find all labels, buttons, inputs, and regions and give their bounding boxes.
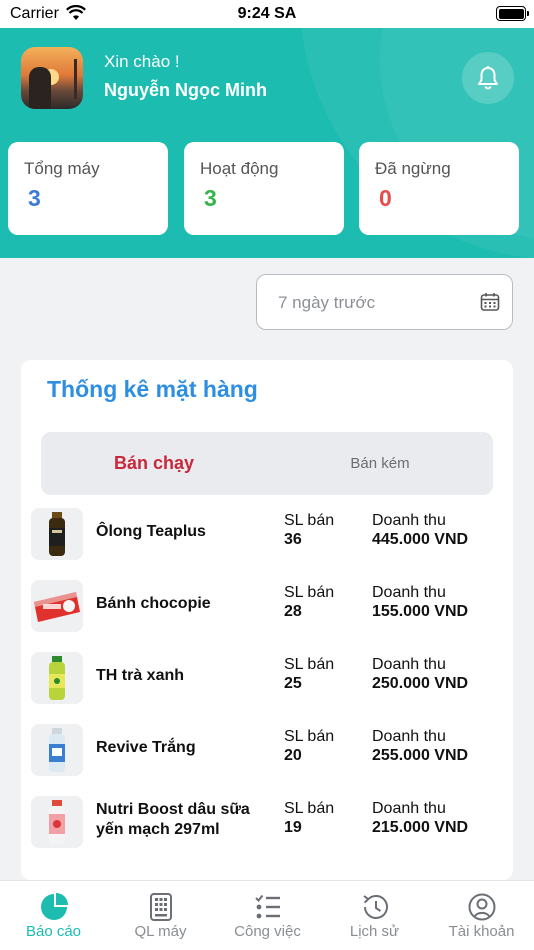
vending-machine-icon (150, 893, 172, 921)
product-name: Nutri Boost dâu sữa yến mạch 297ml (96, 801, 250, 838)
stat-card-active[interactable]: Hoạt động 3 (184, 142, 344, 235)
tab-label: Tài khoản (448, 923, 515, 940)
history-icon (363, 894, 388, 919)
notification-button[interactable] (462, 52, 514, 104)
avatar[interactable] (21, 47, 83, 109)
panel-title: Thống kê mặt hàng (47, 376, 258, 402)
tab-worst-selling[interactable]: Bán kém (267, 432, 493, 495)
revenue-value: 250.000 VND (372, 675, 469, 692)
tab-account[interactable]: Tài khoản (428, 881, 534, 950)
quantity-value: 36 (284, 531, 302, 548)
quantity-value: 19 (284, 819, 302, 836)
status-bar: Carrier 9:24 SA (0, 0, 534, 28)
bell-icon (478, 66, 498, 90)
user-name: Nguyễn Ngọc Minh (104, 80, 267, 100)
date-range-value: 7 ngày trước (278, 293, 376, 312)
stat-value: 0 (379, 185, 392, 211)
battery-icon (496, 6, 529, 21)
stat-card-total[interactable]: Tổng máy 3 (8, 142, 168, 235)
revenue-label: Doanh thu (372, 800, 446, 817)
list-item[interactable]: Ôlong Teaplus SL bán 36 Doanh thu 445.00… (21, 502, 513, 562)
quantity-value: 20 (284, 747, 302, 764)
revenue-label: Doanh thu (372, 512, 446, 529)
stat-value: 3 (204, 185, 217, 211)
account-icon (468, 893, 496, 921)
tab-label: Lịch sử (349, 923, 400, 940)
product-image (31, 724, 83, 776)
product-image (31, 652, 83, 704)
product-name: TH trà xanh (96, 667, 185, 684)
quantity-label: SL bán (284, 800, 335, 817)
tab-tasks[interactable]: Công việc (214, 881, 321, 950)
revenue-label: Doanh thu (372, 584, 446, 601)
date-range-picker[interactable]: 7 ngày trước (256, 274, 513, 330)
segmented-control: Bán chạy Bán kém (41, 432, 493, 495)
tab-label: Báo cáo (25, 923, 82, 940)
product-name: Ôlong Teaplus (96, 523, 206, 540)
tab-label: Công việc (234, 923, 301, 940)
list-item[interactable]: Nutri Boost dâu sữa yến mạch 297ml SL bá… (21, 790, 513, 850)
revenue-value: 445.000 VND (372, 531, 469, 548)
stat-label: Đã ngừng (375, 159, 451, 178)
list-item[interactable]: Bánh chocopie SL bán 28 Doanh thu 155.00… (21, 574, 513, 634)
quantity-label: SL bán (284, 512, 335, 529)
greeting-text: Xin chào ! (104, 52, 180, 71)
tab-history[interactable]: Lịch sử (321, 881, 428, 950)
list-item[interactable]: TH trà xanh SL bán 25 Doanh thu 250.000 … (21, 646, 513, 706)
tab-label: QL máy (134, 923, 187, 940)
item-statistics-panel: Thống kê mặt hàng Bán chạy Bán kém Ôlong… (21, 360, 513, 880)
product-name: Bánh chocopie (96, 595, 211, 612)
checklist-icon (255, 894, 280, 919)
header: Carrier 9:24 SA Xin chào ! Nguyễn Ngọc M… (0, 0, 534, 258)
stat-label: Hoạt động (200, 159, 279, 178)
revenue-value: 155.000 VND (372, 603, 469, 620)
tab-best-selling[interactable]: Bán chạy (41, 432, 267, 495)
quantity-label: SL bán (284, 584, 335, 601)
bottom-tab-bar: Báo cáo QL máy Công việc Lịch sử Tài kho… (0, 880, 534, 950)
tab-machines[interactable]: QL máy (107, 881, 214, 950)
quantity-value: 28 (284, 603, 302, 620)
product-image (31, 580, 83, 632)
stat-card-stopped[interactable]: Đã ngừng 0 (359, 142, 519, 235)
pie-chart-icon (41, 893, 68, 920)
product-image (31, 508, 83, 560)
quantity-value: 25 (284, 675, 302, 692)
quantity-label: SL bán (284, 728, 335, 745)
revenue-value: 215.000 VND (372, 819, 469, 836)
product-image (31, 796, 83, 848)
calendar-icon (480, 293, 500, 311)
list-item[interactable]: Revive Trắng SL bán 20 Doanh thu 255.000… (21, 718, 513, 778)
revenue-label: Doanh thu (372, 728, 446, 745)
clock: 9:24 SA (237, 5, 297, 22)
quantity-label: SL bán (284, 656, 335, 673)
revenue-value: 255.000 VND (372, 747, 469, 764)
tab-reports[interactable]: Báo cáo (0, 881, 107, 950)
stat-value: 3 (28, 185, 41, 211)
stat-label: Tổng máy (24, 159, 100, 178)
revenue-label: Doanh thu (372, 656, 446, 673)
product-name: Revive Trắng (96, 739, 196, 756)
